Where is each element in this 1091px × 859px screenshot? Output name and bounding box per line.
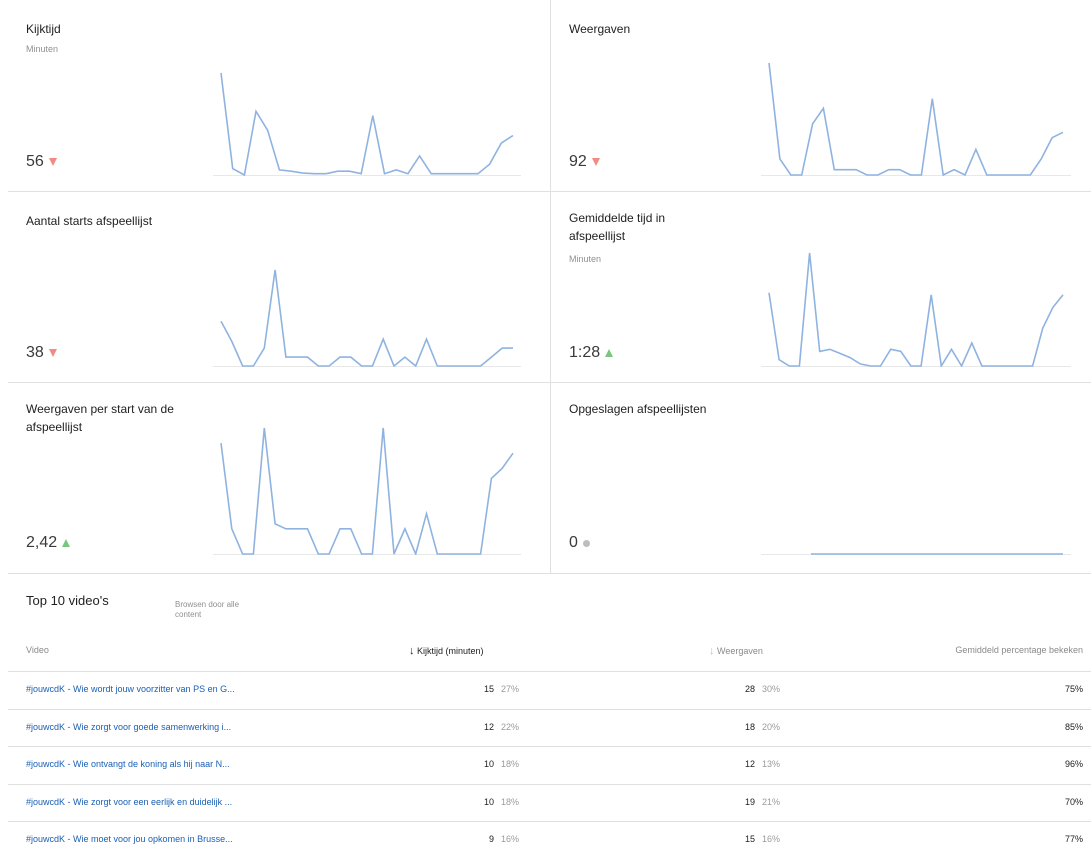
watch-time-percent: 16% (501, 834, 520, 844)
sparkline (213, 427, 521, 555)
column-header-label: Kijktijd (minuten) (417, 646, 484, 656)
sparkline (761, 252, 1071, 367)
video-table: #jouwcdK - Wie wordt jouw voorzitter van… (8, 671, 1091, 859)
views-percent: 21% (762, 796, 781, 807)
card-title: Weergaven per start van de afspeellijst (26, 402, 174, 434)
value-text: 92 (569, 153, 587, 170)
card-value: 38 (26, 344, 57, 362)
video-title-link[interactable]: #jouwcdK - Wie zorgt voor goede samenwer… (26, 722, 231, 732)
trend-up-icon (605, 349, 614, 357)
watch-time-value: 10 (483, 759, 494, 769)
video-title-link[interactable]: #jouwcdK - Wie wordt jouw voorzitter van… (26, 684, 235, 694)
card-title: Kijktijd (26, 22, 61, 36)
browse-all-link[interactable]: Browsen door alle content (175, 600, 255, 620)
column-header-avg-watched[interactable]: Gemiddeld percentage bekeken (955, 645, 1083, 655)
avg-watched-value: 96% (1064, 759, 1083, 769)
sparkline (761, 553, 1071, 555)
card-title: Gemiddelde tijd in afspeellijst (569, 211, 666, 243)
value-text: 56 (26, 153, 44, 170)
section-title: Top 10 video's (26, 593, 109, 608)
metric-card-views[interactable]: Weergaven 92 (551, 0, 1091, 192)
avg-watched-value: 77% (1064, 834, 1083, 844)
table-row: #jouwcdK - Wie ontvangt de koning als hi… (8, 746, 1091, 784)
video-title-link[interactable]: #jouwcdK - Wie moet voor jou opkomen in … (26, 834, 233, 844)
views-value: 18 (744, 721, 755, 732)
views-percent: 30% (762, 684, 781, 694)
watch-time-value: 10 (483, 796, 494, 807)
metric-card-playlist-starts[interactable]: Aantal starts afspeellijst 38 (8, 192, 551, 383)
avg-watched-value: 75% (1064, 684, 1083, 694)
card-value: 0 (569, 534, 590, 552)
trend-up-icon (62, 539, 71, 547)
sparkline-series (220, 427, 514, 555)
sparkline (761, 62, 1071, 176)
card-unit: Minuten (26, 44, 59, 54)
watch-time-value: 15 (483, 684, 494, 694)
column-header-watch-time[interactable]: ↓ Kijktijd (minuten) (409, 645, 484, 657)
table-row: #jouwcdK - Wie zorgt voor goede samenwer… (8, 708, 1091, 747)
sparkline-series (220, 72, 514, 176)
card-unit: Minuten (569, 254, 602, 264)
watch-time-percent: 18% (501, 796, 520, 807)
card-title: Weergaven (569, 22, 631, 36)
table-row: #jouwcdK - Wie zorgt voor een eerlijk en… (8, 783, 1091, 822)
trend-down-icon (591, 158, 600, 166)
value-text: 2,42 (26, 534, 58, 551)
card-value: 92 (569, 153, 600, 171)
watch-time-percent: 22% (501, 721, 520, 732)
metric-card-saved-playlists[interactable]: Opgeslagen afspeellijsten 0 (551, 383, 1091, 574)
views-value: 12 (744, 759, 755, 769)
sparkline-series (220, 269, 513, 367)
metrics-grid: Kijktijd Minuten 56 Weergaven 92 Aantal … (8, 0, 1091, 575)
column-header-views[interactable]: ↓ Weergaven (709, 645, 763, 657)
sparkline (213, 269, 521, 367)
sparkline-series (768, 252, 1064, 367)
watch-time-value: 12 (483, 721, 494, 732)
avg-watched-value: 70% (1064, 796, 1083, 807)
table-row: #jouwcdK - Wie wordt jouw voorzitter van… (8, 671, 1091, 709)
watch-time-value: 9 (488, 834, 494, 844)
trend-down-icon (48, 349, 57, 357)
sort-arrow-down-icon: ↓ (709, 645, 715, 657)
metric-card-views-per-start[interactable]: Weergaven per start van de afspeellijst … (8, 383, 551, 574)
views-percent: 13% (762, 759, 781, 769)
table-row: #jouwcdK - Wie moet voor jou opkomen in … (8, 821, 1091, 859)
watch-time-percent: 18% (501, 759, 520, 769)
video-title-link[interactable]: #jouwcdK - Wie zorgt voor een eerlijk en… (26, 797, 232, 807)
views-value: 28 (744, 684, 755, 694)
card-value: 2,42 (26, 534, 71, 552)
card-value: 56 (26, 153, 57, 171)
value-text: 1:28 (569, 344, 601, 361)
sort-arrow-down-icon: ↓ (409, 645, 415, 657)
views-percent: 20% (762, 721, 781, 732)
column-header-label: Weergaven (717, 646, 763, 656)
views-value: 15 (744, 834, 755, 844)
video-title-link[interactable]: #jouwcdK - Wie ontvangt de koning als hi… (26, 759, 230, 769)
column-header-video: Video (26, 645, 49, 655)
metric-card-watch-time[interactable]: Kijktijd Minuten 56 (8, 0, 551, 192)
card-value: 1:28 (569, 344, 614, 362)
sparkline (213, 72, 521, 176)
value-text: 38 (26, 344, 44, 361)
watch-time-percent: 27% (501, 684, 520, 694)
trend-down-icon (48, 158, 57, 166)
trend-flat-icon (582, 539, 590, 547)
card-title: Opgeslagen afspeellijsten (569, 402, 707, 416)
card-title: Aantal starts afspeellijst (26, 214, 153, 228)
sparkline-series (768, 62, 1064, 176)
value-text: 0 (569, 534, 578, 551)
avg-watched-value: 85% (1064, 721, 1083, 732)
views-percent: 16% (762, 834, 781, 844)
views-value: 19 (744, 796, 755, 807)
metric-card-avg-playlist-time[interactable]: Gemiddelde tijd in afspeellijst Minuten … (551, 192, 1091, 383)
